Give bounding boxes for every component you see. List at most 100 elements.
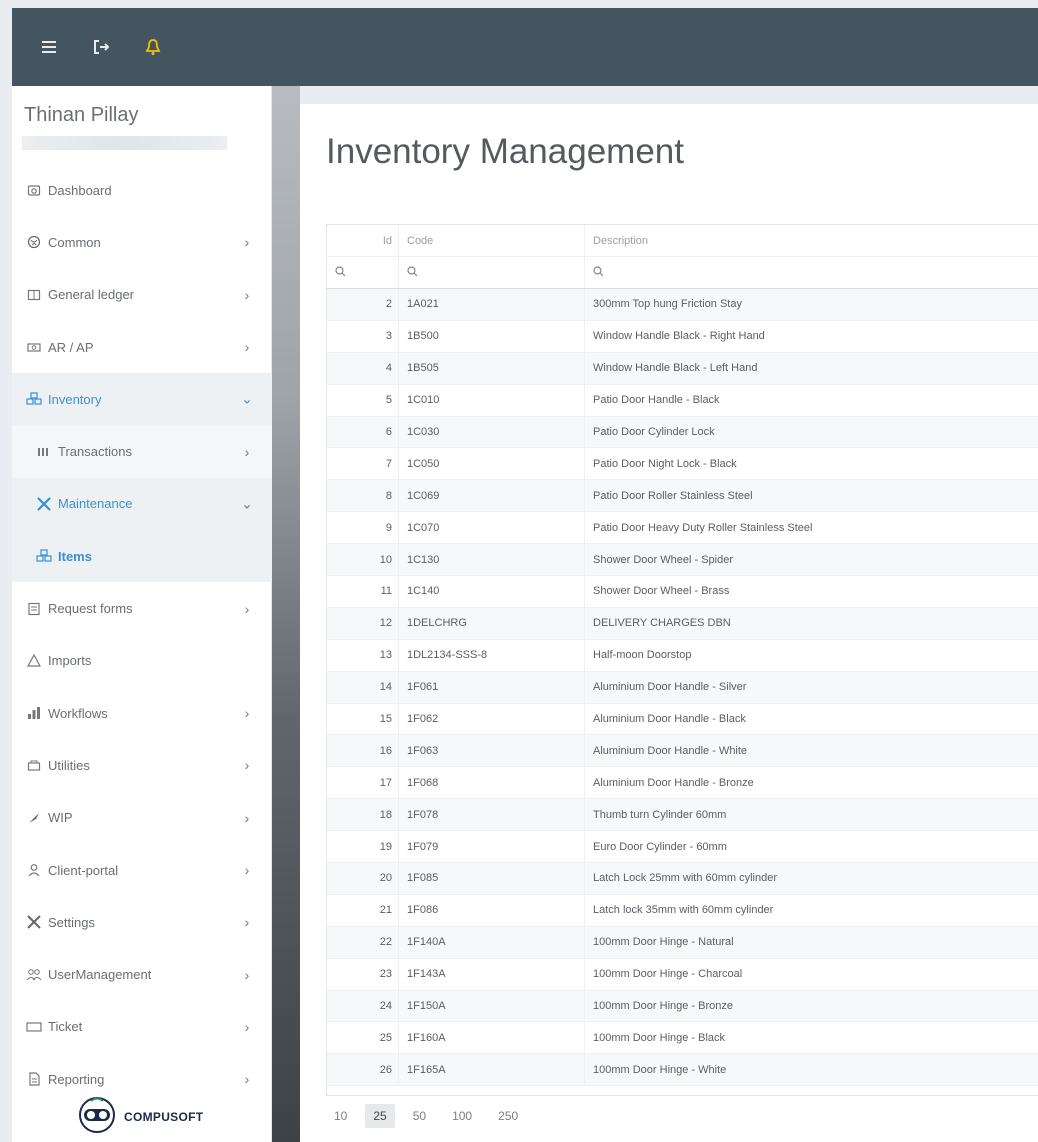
wip-icon xyxy=(26,810,42,826)
user-subtitle-blurred xyxy=(22,136,227,150)
column-header-description[interactable]: Description xyxy=(585,225,1038,256)
table-row[interactable]: 9 1C070 Patio Door Heavy Duty Roller Stain… xyxy=(327,512,1038,545)
import-icon xyxy=(26,653,42,669)
sidebar-item-dashboard[interactable]: Dashboard xyxy=(12,164,272,216)
page-size-100[interactable]: 100 xyxy=(444,1104,480,1128)
page-size-selector: 10 25 50 100 250 xyxy=(326,1104,536,1128)
table-row[interactable]: 13 1DL2134-SSS-8 Half-moon Doorstop xyxy=(327,639,1038,672)
chevron-right-icon: › xyxy=(244,705,250,722)
table-row[interactable]: 6 1C030 Patio Door Cylinder Lock xyxy=(327,416,1038,449)
sidebar-item-user-management[interactable]: UserManagement › xyxy=(12,948,272,1000)
sidebar-item-common[interactable]: Common › xyxy=(12,216,272,268)
cell-description: Patio Door Roller Stainless Steel xyxy=(593,489,753,502)
cell-id: 2 xyxy=(327,289,399,320)
sidebar-item-workflows[interactable]: Workflows › xyxy=(12,687,272,739)
chevron-right-icon: › xyxy=(244,443,250,460)
table-row[interactable]: 22 1F140A 100mm Door Hinge - Natural xyxy=(327,926,1038,959)
table-row[interactable]: 5 1C010 Patio Door Handle - Black xyxy=(327,384,1038,417)
sidebar-item-ticket[interactable]: Ticket › xyxy=(12,1001,272,1053)
cell-id: 8 xyxy=(327,480,399,512)
cell-code: 1F165A xyxy=(399,1054,585,1086)
sidebar-item-label: Transactions xyxy=(58,444,132,460)
code-filter-input[interactable] xyxy=(399,257,585,288)
background-strip xyxy=(272,86,300,1142)
column-header-code[interactable]: Code xyxy=(399,225,585,256)
cell-code: 1A021 xyxy=(399,289,585,320)
cell-description: Thumb turn Cylinder 60mm xyxy=(593,808,727,821)
cell-id: 11 xyxy=(327,576,399,607)
sidebar-item-label: Utilities xyxy=(48,757,90,773)
cell-description: Latch Lock 25mm with 60mm cylinder xyxy=(593,872,778,885)
sidebar-item-transactions[interactable]: Transactions › xyxy=(12,425,272,478)
sidebar-item-wip[interactable]: WIP › xyxy=(12,792,272,844)
page-size-250[interactable]: 250 xyxy=(490,1104,526,1128)
table-row[interactable]: 20 1F085 Latch Lock 25mm with 60mm cylinde… xyxy=(327,863,1038,895)
page-size-50[interactable]: 50 xyxy=(405,1104,434,1128)
description-filter-input[interactable] xyxy=(585,257,1038,288)
brand-logo: COMPUSOFT xyxy=(74,1094,203,1139)
sidebar-item-label: Ticket xyxy=(48,1019,83,1035)
chevron-right-icon: › xyxy=(244,339,250,356)
grid-filter-row xyxy=(327,257,1038,289)
cell-description: Patio Door Heavy Duty Roller Stainless S… xyxy=(593,521,813,534)
cell-id: 4 xyxy=(327,352,399,384)
logout-icon[interactable] xyxy=(90,36,112,58)
brand-name: COMPUSOFT xyxy=(124,1109,204,1124)
sidebar-item-inventory[interactable]: Inventory ⌄ xyxy=(12,373,272,426)
table-row[interactable]: 21 1F086 Latch lock 35mm with 60mm cylinde… xyxy=(327,894,1038,927)
chevron-down-icon: ⌄ xyxy=(241,495,253,512)
column-header-id[interactable]: Id xyxy=(327,225,399,256)
page-size-10[interactable]: 10 xyxy=(326,1104,355,1128)
sidebar-item-items[interactable]: Items xyxy=(12,530,272,583)
sidebar-item-utilities[interactable]: Utilities › xyxy=(12,739,272,791)
table-row[interactable]: 25 1F160A 100mm Door Hinge - Black xyxy=(327,1022,1038,1055)
sidebar-item-label: Workflows xyxy=(48,705,108,721)
report-icon xyxy=(26,1071,42,1087)
sidebar-item-general-ledger[interactable]: General ledger › xyxy=(12,269,272,321)
page-size-25[interactable]: 25 xyxy=(365,1104,395,1128)
table-row[interactable]: 11 1C140 Shower Door Wheel - Brass xyxy=(327,576,1038,608)
table-row[interactable]: 24 1F150A 100mm Door Hinge - Bronze xyxy=(327,990,1038,1023)
sidebar-item-label: Client-portal xyxy=(48,862,119,878)
sidebar-item-label: Inventory xyxy=(48,391,102,407)
cell-description: Euro Door Cylinder - 60mm xyxy=(593,840,727,853)
settings-icon xyxy=(26,914,42,930)
sidebar-item-client-portal[interactable]: Client-portal › xyxy=(12,844,272,896)
table-row[interactable]: 4 1B505 Window Handle Black - Left Hand xyxy=(327,352,1038,385)
cell-code: 1F062 xyxy=(399,703,585,735)
table-row[interactable]: 23 1F143A 100mm Door Hinge - Charcoal xyxy=(327,958,1038,991)
table-row[interactable]: 8 1C069 Patio Door Roller Stainless Steel xyxy=(327,480,1038,513)
cell-code: 1C070 xyxy=(399,512,585,544)
cell-description: 100mm Door Hinge - White xyxy=(593,1063,727,1076)
table-row[interactable]: 18 1F078 Thumb turn Cylinder 60mm xyxy=(327,799,1038,832)
cell-code: 1F068 xyxy=(399,767,585,799)
sidebar-item-request-forms[interactable]: Request forms › xyxy=(12,582,272,634)
table-row[interactable]: 3 1B500 Window Handle Black - Right Hand xyxy=(327,320,1038,353)
boxes-icon xyxy=(36,548,52,564)
table-row[interactable]: 15 1F062 Aluminium Door Handle - Black xyxy=(327,703,1038,736)
table-row[interactable]: 19 1F079 Euro Door Cylinder - 60mm xyxy=(327,831,1038,864)
cell-id: 22 xyxy=(327,926,399,958)
cell-description: DELIVERY CHARGES DBN xyxy=(593,617,731,630)
cell-id: 26 xyxy=(327,1054,399,1086)
sidebar-item-settings[interactable]: Settings › xyxy=(12,896,272,948)
grid-body: 2 1A021 300mm Top hung Friction Stay 3 1B500… xyxy=(327,289,1038,1087)
table-row[interactable]: 7 1C050 Patio Door Night Lock - Black xyxy=(327,448,1038,481)
cell-code: 1C010 xyxy=(399,384,585,416)
menu-icon[interactable] xyxy=(38,36,60,58)
table-row[interactable]: 14 1F061 Aluminium Door Handle - Silver xyxy=(327,671,1038,704)
sidebar-item-imports[interactable]: Imports xyxy=(12,635,272,687)
cell-description: 300mm Top hung Friction Stay xyxy=(593,298,742,311)
dashboard-icon xyxy=(26,182,42,198)
table-row[interactable]: 10 1C130 Shower Door Wheel - Spider xyxy=(327,544,1038,577)
sidebar-item-label: WIP xyxy=(48,810,73,826)
bell-icon[interactable] xyxy=(142,36,164,58)
table-row[interactable]: 16 1F063 Aluminium Door Handle - White xyxy=(327,735,1038,768)
sidebar-item-ar-ap[interactable]: AR / AP › xyxy=(12,321,272,373)
id-filter-input[interactable] xyxy=(327,257,399,288)
sidebar-item-maintenance[interactable]: Maintenance ⌄ xyxy=(12,477,272,531)
table-row[interactable]: 26 1F165A 100mm Door Hinge - White xyxy=(327,1054,1038,1087)
table-row[interactable]: 12 1DELCHRG DELIVERY CHARGES DBN xyxy=(327,607,1038,640)
table-row[interactable]: 17 1F068 Aluminium Door Handle - Bronze xyxy=(327,767,1038,800)
table-row[interactable]: 2 1A021 300mm Top hung Friction Stay xyxy=(327,289,1038,321)
